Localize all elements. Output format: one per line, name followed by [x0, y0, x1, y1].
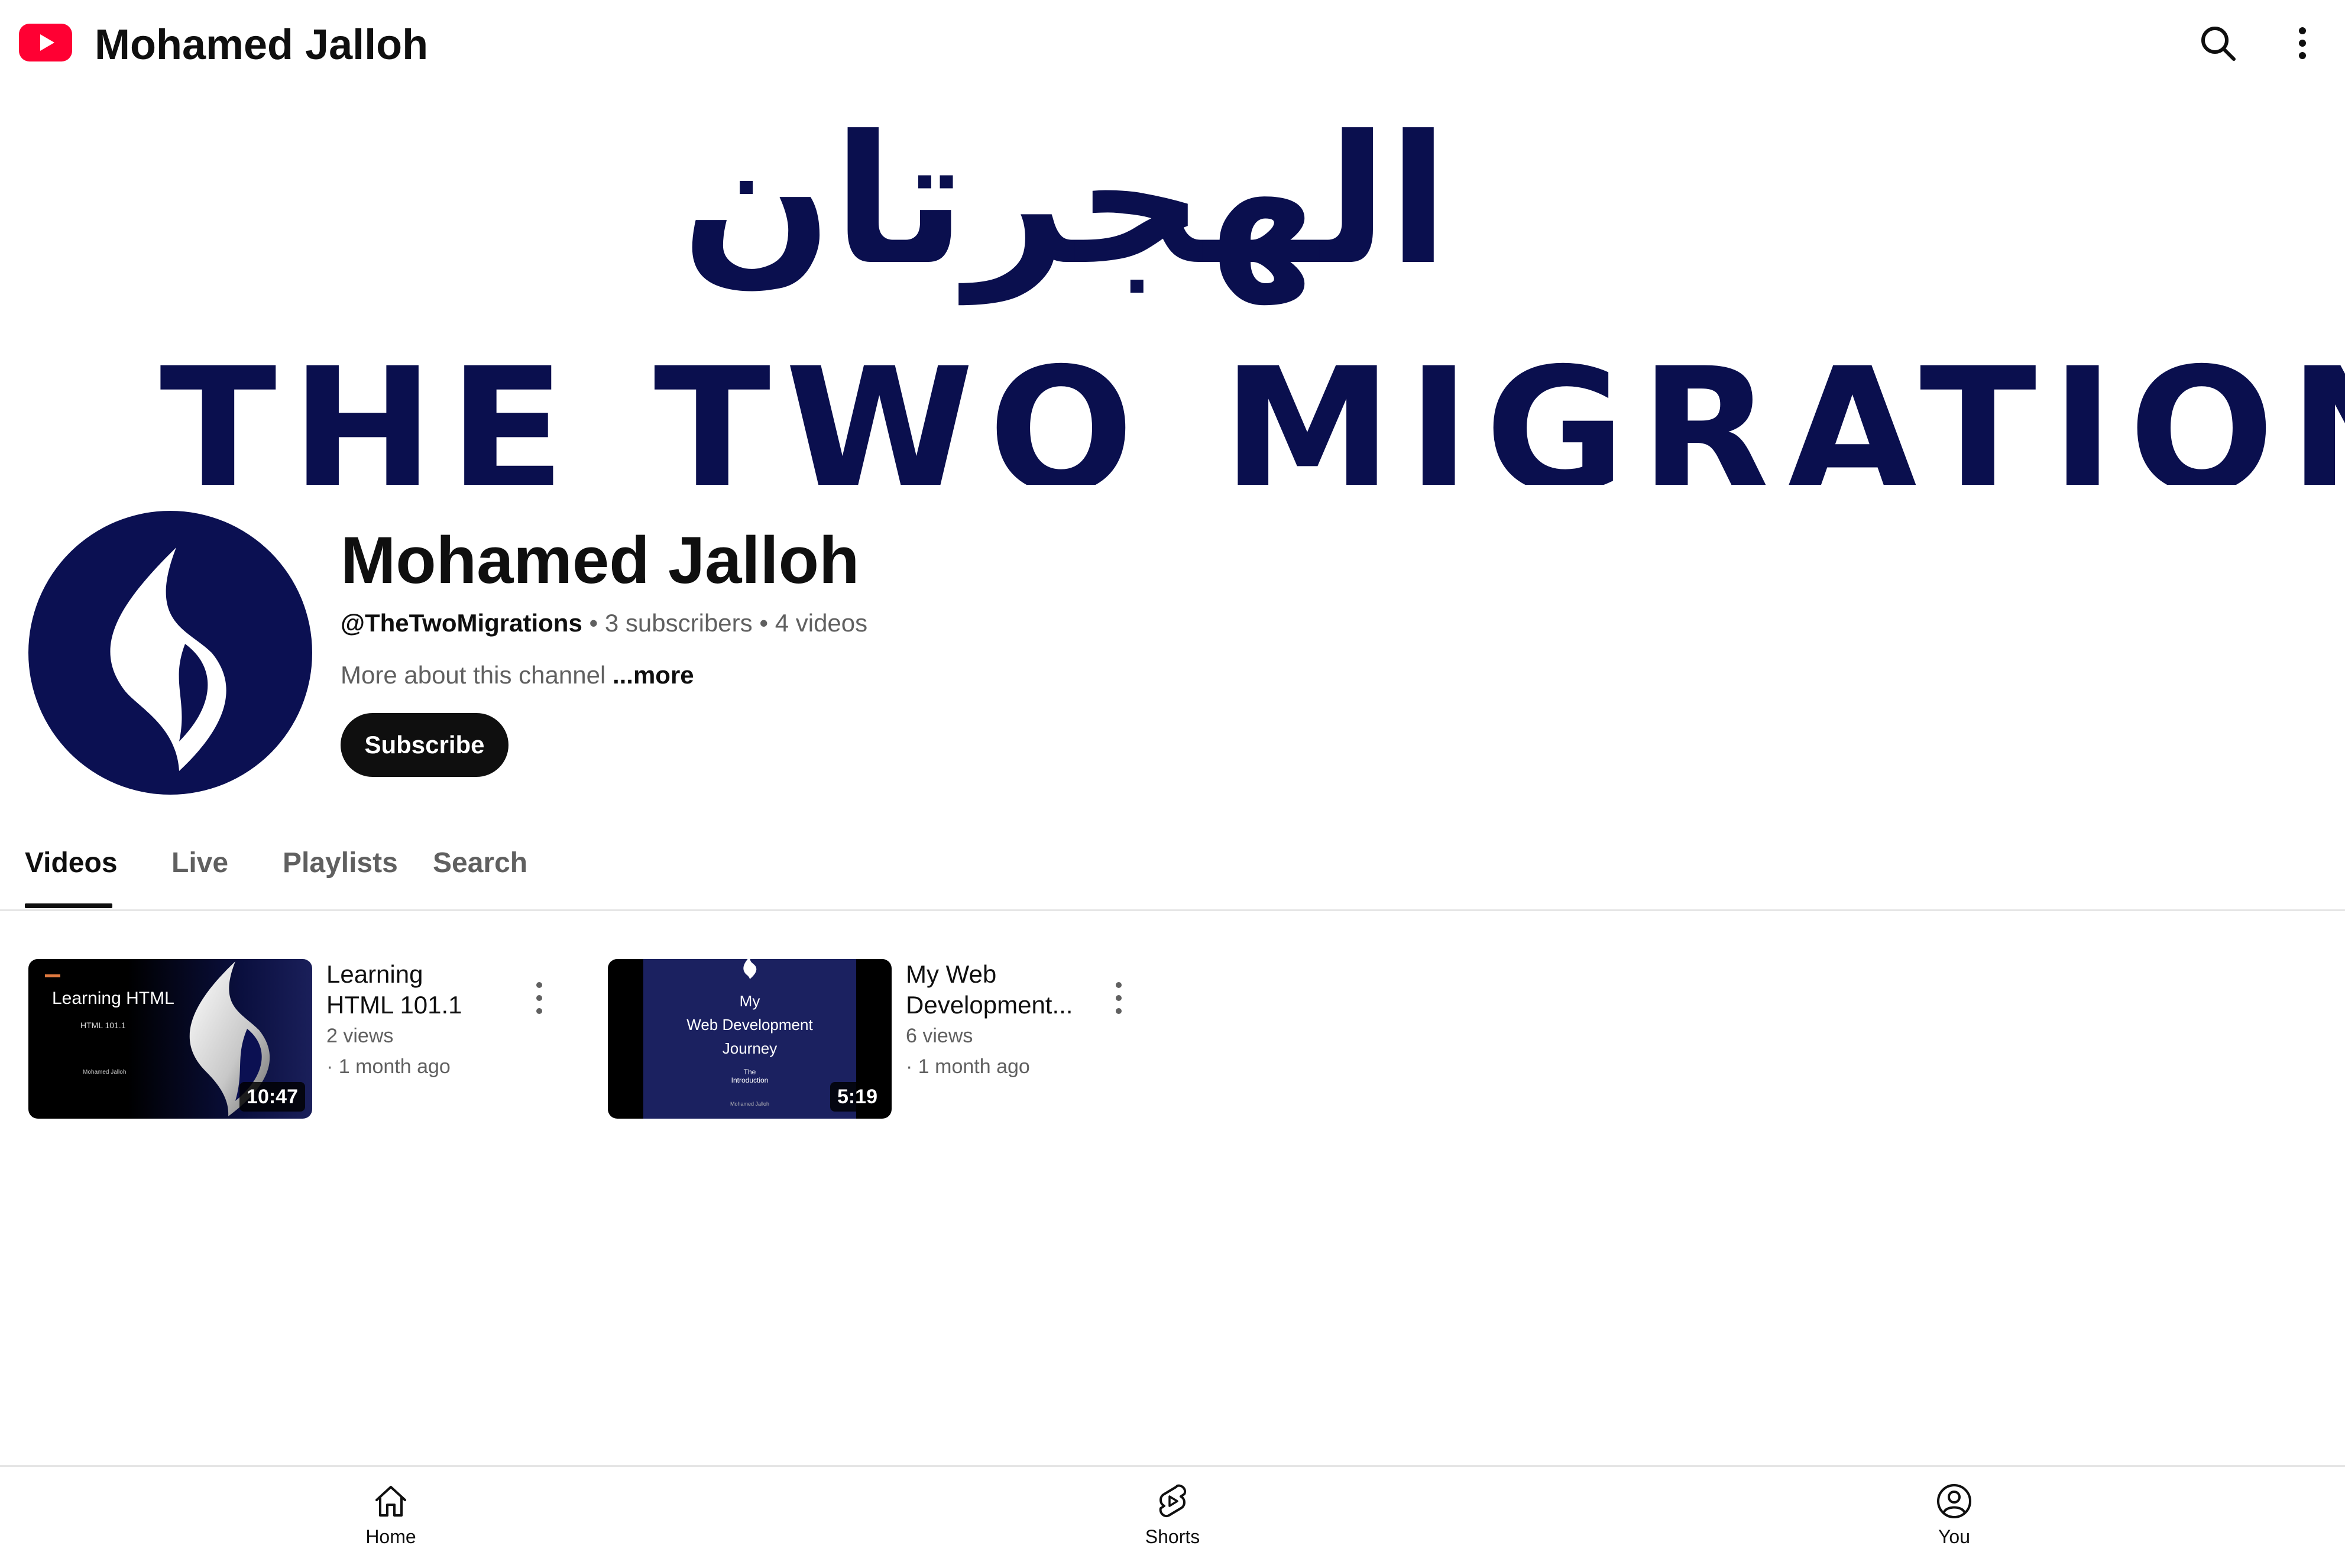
video-card[interactable]: Learning HTML HTML 101.1 Mohamed Jalloh … [28, 959, 596, 1130]
nav-home-label: Home [365, 1526, 416, 1547]
video-age: · 1 month ago [326, 1055, 451, 1078]
video-thumbnail[interactable]: My Web Development Journey The Introduct… [608, 959, 892, 1119]
video-thumbnail[interactable]: Learning HTML HTML 101.1 Mohamed Jalloh … [28, 959, 312, 1119]
thumbnail-line: Journey [722, 1039, 778, 1057]
subscribe-button[interactable]: Subscribe [341, 713, 508, 777]
top-app-bar: Mohamed Jalloh [0, 0, 2345, 89]
tab-playlists[interactable]: Playlists [283, 844, 398, 882]
video-title[interactable]: Learning HTML 101.1 [326, 959, 486, 1021]
channel-tabs: Videos Live Playlists Search [0, 828, 2345, 911]
account-circle-icon [1937, 1484, 1971, 1518]
channel-about[interactable]: More about this channel ...more [341, 656, 694, 694]
video-duration: 10:47 [239, 1082, 305, 1112]
meta-separator: • [759, 609, 769, 637]
nav-you-label: You [1938, 1526, 1970, 1547]
more-link[interactable]: ...more [613, 661, 694, 689]
thumbnail-title: Learning HTML [52, 989, 174, 1008]
tab-videos[interactable]: Videos [25, 844, 118, 882]
subscriber-count: 3 subscribers [604, 609, 753, 637]
video-age: · 1 month ago [906, 1055, 1030, 1078]
thumbnail-subtitle: HTML 101.1 [80, 1021, 126, 1030]
channel-meta: @TheTwoMigrations • 3 subscribers • 4 vi… [341, 604, 867, 642]
thumbnail-line: Introduction [731, 1076, 769, 1084]
thumbnail-author: Mohamed Jalloh [83, 1069, 127, 1075]
thumbnail-line: The [743, 1068, 756, 1076]
video-duration: 5:19 [830, 1082, 885, 1112]
channel-title: Mohamed Jalloh [95, 21, 429, 69]
video-views: 2 views [326, 1025, 394, 1047]
flame-logo-icon [743, 959, 757, 979]
meta-separator: • [589, 609, 598, 637]
tab-search[interactable]: Search [433, 844, 527, 882]
bottom-navigation: Home Shorts You [0, 1465, 2345, 1568]
about-text: More about this channel [341, 661, 606, 689]
tab-live[interactable]: Live [171, 844, 228, 882]
channel-name: Mohamed Jalloh [341, 523, 860, 597]
nav-shorts-label: Shorts [1145, 1526, 1200, 1547]
more-vertical-icon[interactable] [2285, 22, 2320, 64]
youtube-logo-icon[interactable] [19, 24, 72, 61]
thumbnail-author: Mohamed Jalloh [730, 1101, 770, 1107]
channel-banner: الهجرتان THE TWO MIGRATIONS [0, 95, 2345, 485]
video-title[interactable]: My Web Development... [906, 959, 1073, 1021]
flame-logo-icon [110, 547, 226, 771]
video-count: 4 videos [775, 609, 868, 637]
nav-home[interactable]: Home [332, 1482, 450, 1559]
video-card[interactable]: My Web Development Journey The Introduct… [608, 959, 1175, 1130]
video-views: 6 views [906, 1025, 973, 1047]
channel-handle: @TheTwoMigrations [341, 609, 582, 637]
nav-you[interactable]: You [1895, 1482, 2013, 1559]
more-vertical-icon[interactable] [1107, 977, 1131, 1019]
thumbnail-line: My [739, 992, 760, 1010]
active-tab-indicator [25, 903, 112, 908]
channel-avatar[interactable] [28, 511, 312, 795]
banner-arabic-text: الهجرتان [681, 98, 1449, 304]
search-icon[interactable] [2197, 22, 2239, 64]
thumbnail-line: Web Development [686, 1016, 813, 1034]
shorts-icon [1159, 1484, 1186, 1517]
more-vertical-icon[interactable] [527, 977, 551, 1019]
nav-shorts[interactable]: Shorts [1113, 1482, 1232, 1559]
home-icon [375, 1486, 406, 1517]
thumbnail-panel: My Web Development Journey The Introduct… [643, 959, 856, 1119]
thumbnail-accent [45, 974, 60, 977]
banner-english-text: THE TWO MIGRATIONS [160, 332, 2345, 485]
